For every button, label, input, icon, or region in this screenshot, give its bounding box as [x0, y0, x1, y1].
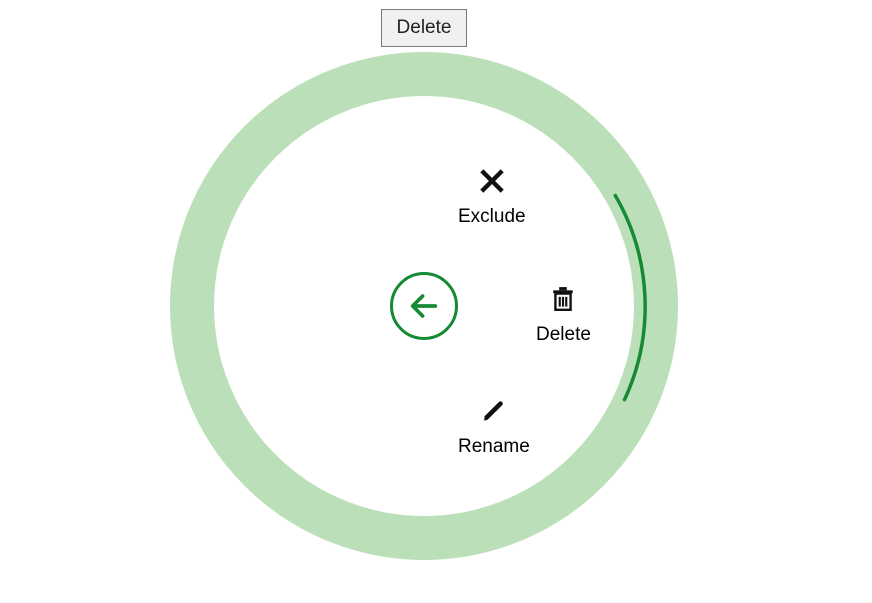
tooltip-label: Delete [397, 17, 452, 39]
menu-item-label: Rename [458, 436, 530, 458]
radial-menu: Exclude Delete Rename [170, 52, 678, 560]
arrow-left-icon [407, 289, 441, 323]
menu-item-exclude[interactable]: Exclude [458, 166, 526, 228]
close-icon [477, 166, 507, 196]
menu-item-label: Delete [536, 324, 591, 346]
menu-item-delete[interactable]: Delete [536, 284, 591, 346]
menu-item-rename[interactable]: Rename [458, 396, 530, 458]
menu-item-label: Exclude [458, 206, 526, 228]
pencil-icon [479, 396, 509, 426]
trash-icon [548, 284, 578, 314]
back-button[interactable] [390, 272, 458, 340]
tooltip: Delete [381, 9, 467, 47]
